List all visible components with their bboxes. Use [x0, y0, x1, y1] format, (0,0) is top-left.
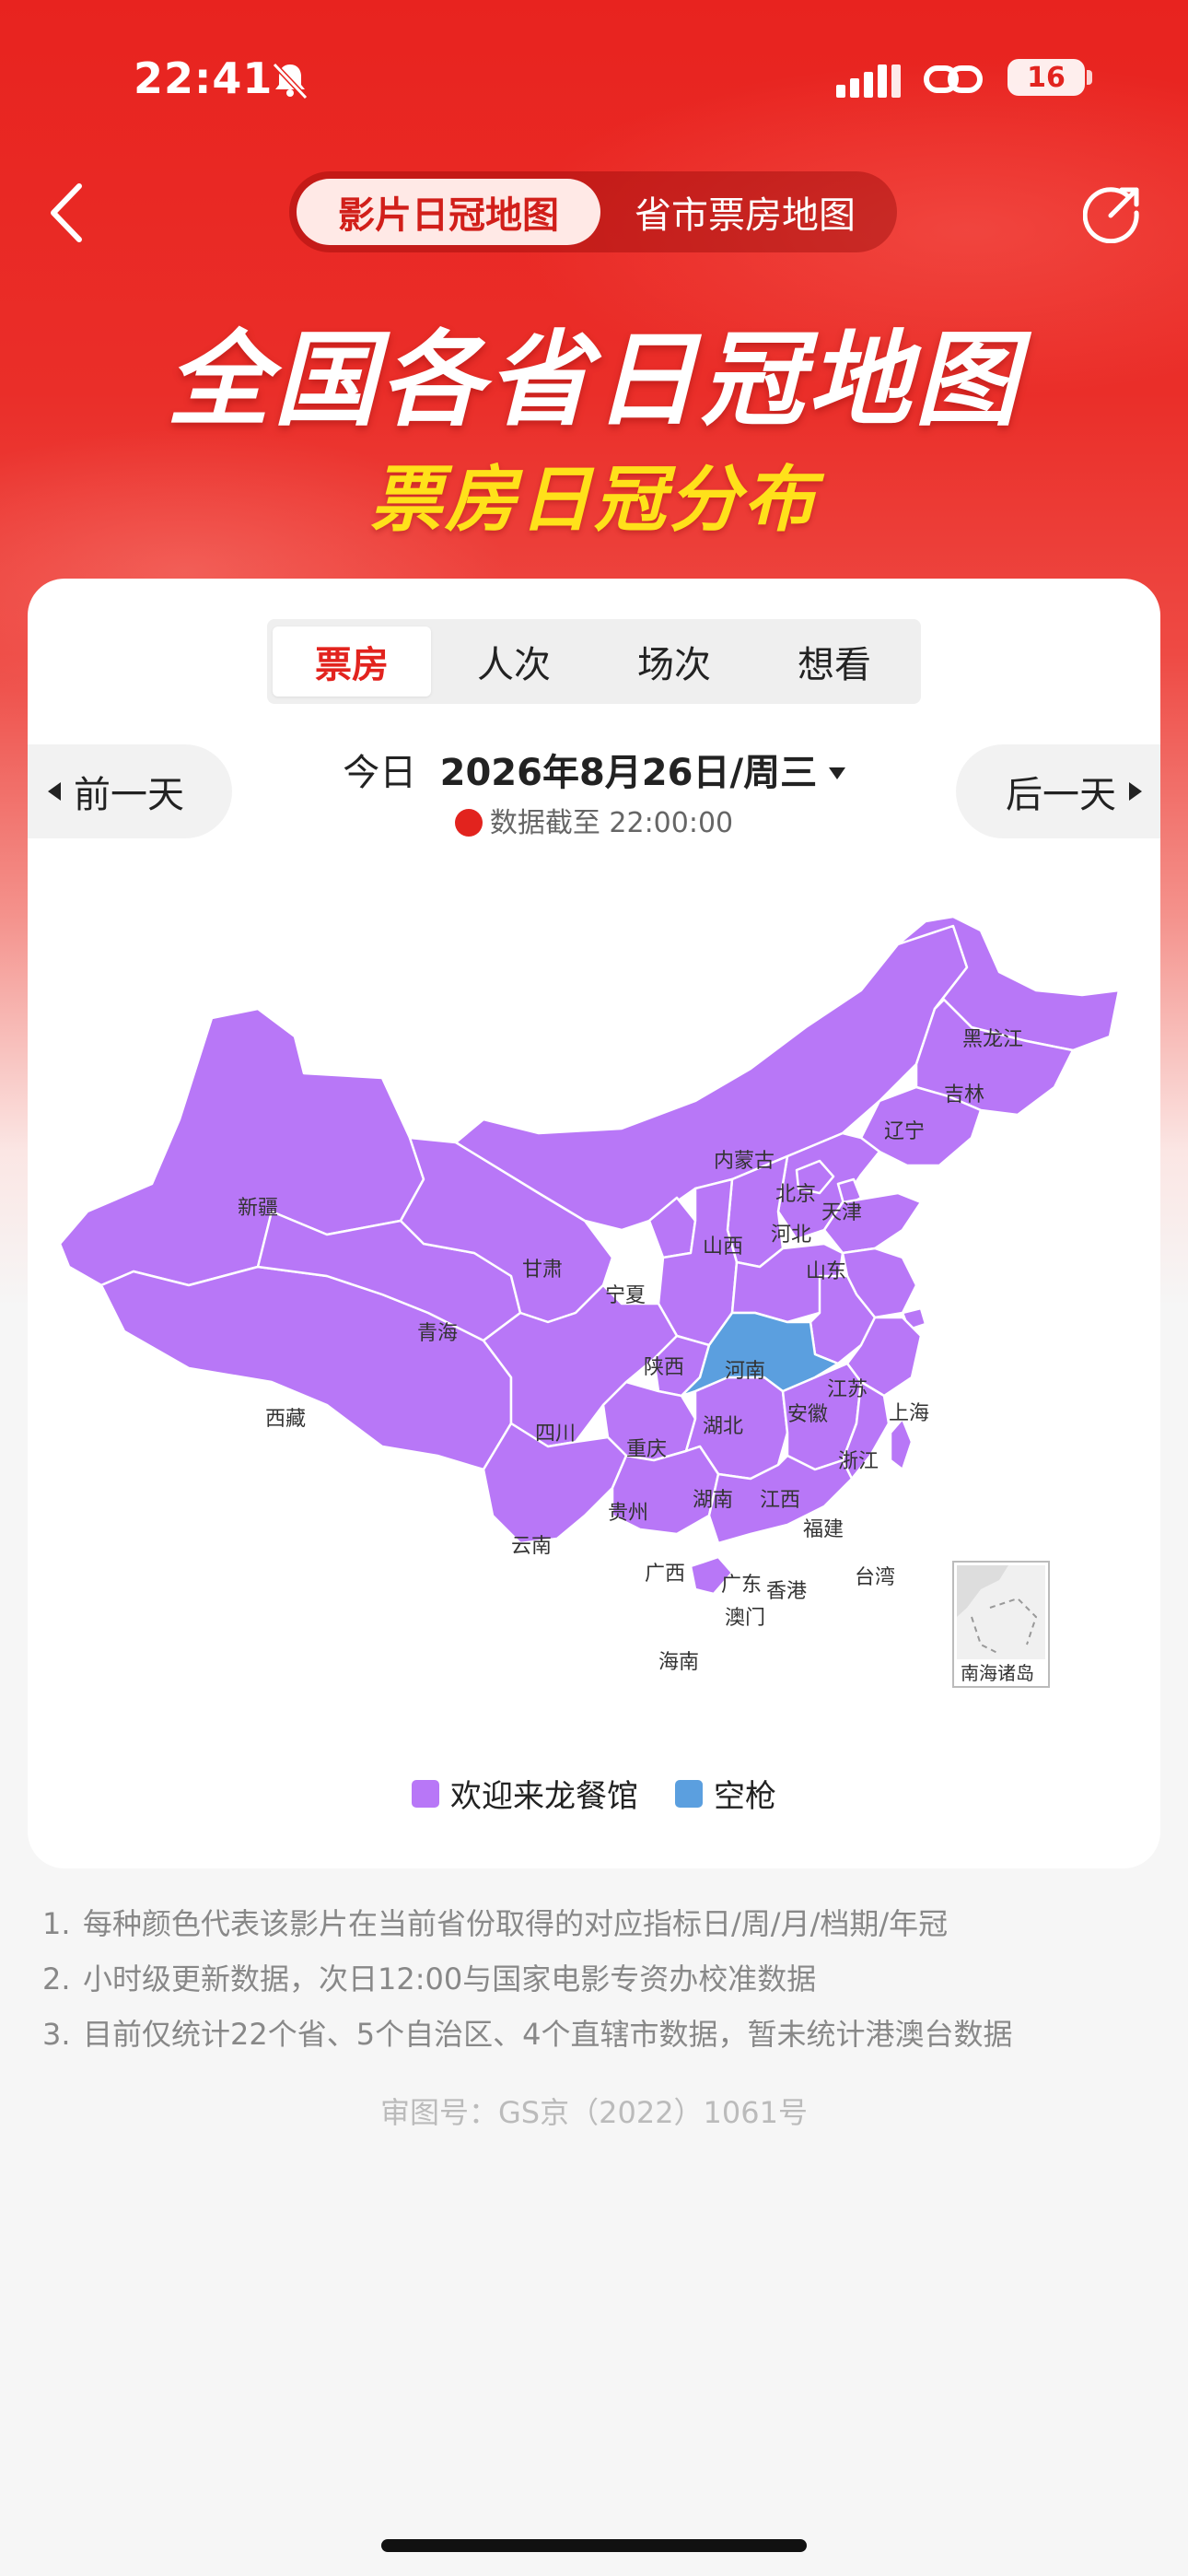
legend-label: 空枪 [714, 1778, 776, 1815]
label-tianjin: 天津 [821, 1201, 862, 1224]
status-time: 22:41 [134, 53, 274, 103]
label-beijing: 北京 [775, 1183, 816, 1206]
tab-admissions[interactable]: 人次 [435, 626, 593, 697]
bell-muted-icon [269, 59, 311, 105]
label-xinjiang: 新疆 [238, 1197, 278, 1220]
prev-day-label: 前一天 [74, 774, 184, 816]
caret-right-icon [1129, 782, 1142, 801]
battery-nub [1087, 70, 1092, 85]
legend-label: 欢迎来龙餐馆 [450, 1778, 638, 1815]
home-indicator[interactable] [381, 2539, 807, 2552]
caret-left-icon [48, 782, 61, 801]
label-guangdong: 广东 [721, 1574, 762, 1597]
label-shandong: 山东 [806, 1260, 846, 1283]
label-ningxia: 宁夏 [605, 1284, 646, 1307]
map-legend: 欢迎来龙餐馆 空枪 [0, 1771, 1188, 1816]
metric-tabs: 票房 人次 场次 想看 [267, 619, 921, 704]
label-taiwan: 台湾 [855, 1566, 895, 1589]
label-guangxi: 广西 [645, 1563, 685, 1586]
map-approval-number: 审图号：GS京（2022）1061号 [380, 2095, 808, 2130]
label-anhui: 安徽 [787, 1403, 828, 1426]
legend-item-film-2[interactable]: 空枪 [675, 1771, 776, 1816]
label-hunan: 湖南 [693, 1489, 733, 1512]
label-hainan: 海南 [658, 1651, 699, 1674]
data-cutoff: 数据截至 22:00:00 [304, 800, 884, 840]
label-shanghai: 上海 [889, 1402, 929, 1425]
label-qinghai: 青海 [417, 1322, 458, 1345]
label-hubei: 湖北 [703, 1415, 743, 1438]
prev-day-button[interactable]: 前一天 [28, 744, 232, 838]
label-hongkong: 香港 [766, 1580, 807, 1603]
next-day-button[interactable]: 后一天 [956, 744, 1160, 838]
label-guizhou: 贵州 [608, 1502, 648, 1525]
tab-box-office[interactable]: 票房 [273, 626, 431, 697]
note-item: 3. 目前仅统计22个省、5个自治区、4个直辖市数据，暂未统计港澳台数据 [42, 2017, 1013, 2052]
label-liaoning: 辽宁 [884, 1120, 925, 1143]
notes-list: 1. 每种颜色代表该影片在当前省份取得的对应指标日/周/月/档期/年冠 2. 小时级… [42, 1896, 1012, 2062]
label-henan: 河南 [725, 1360, 765, 1383]
next-day-label: 后一天 [1006, 774, 1116, 816]
label-jiangsu: 江苏 [827, 1378, 868, 1401]
region-taiwan [889, 1417, 914, 1471]
legend-swatch-blue [675, 1779, 703, 1808]
label-fujian: 福建 [803, 1518, 844, 1541]
label-heilongjiang: 黑龙江 [962, 1028, 1023, 1051]
label-xizang: 西藏 [265, 1408, 306, 1431]
label-neimenggu: 内蒙古 [714, 1150, 775, 1173]
note-item: 2. 小时级更新数据，次日12:00与国家电影专资办校准数据 [42, 1961, 817, 1996]
back-chevron-icon[interactable] [48, 181, 85, 249]
maoyan-logo-icon [454, 809, 483, 837]
label-hebei: 河北 [771, 1224, 811, 1247]
legend-item-film-1[interactable]: 欢迎来龙餐馆 [412, 1771, 638, 1816]
battery-indicator: 16 [1007, 59, 1085, 96]
hero-subtitle: 票房日冠分布 [369, 459, 818, 542]
china-map[interactable]: 黑龙江 吉林 辽宁 内蒙古 北京 天津 河北 山西 山东 新疆 甘肃 宁夏 青海… [51, 880, 1137, 1694]
label-zhejiang: 浙江 [838, 1450, 879, 1473]
hero-title: 全国各省日冠地图 [167, 321, 1021, 440]
today-label: 今日 [343, 752, 417, 794]
label-jilin: 吉林 [944, 1083, 984, 1107]
cutoff-label: 数据截至 22:00:00 [489, 807, 734, 839]
tab-province-box-office-map[interactable]: 省市票房地图 [600, 179, 890, 245]
note-item: 1. 每种颜色代表该影片在当前省份取得的对应指标日/周/月/档期/年冠 [42, 1906, 949, 1941]
label-shanxi: 山西 [703, 1235, 743, 1259]
south-china-sea-inset: 南海诸岛 [952, 1561, 1050, 1688]
share-icon[interactable] [1082, 182, 1144, 247]
date-selector[interactable]: 今日 2026年8月26日/周三 [304, 743, 884, 796]
tab-screenings[interactable]: 场次 [595, 626, 753, 697]
label-chongqing: 重庆 [626, 1438, 667, 1461]
label-sichuan: 四川 [535, 1423, 576, 1446]
label-yunnan: 云南 [511, 1535, 552, 1558]
signal-icon [836, 64, 901, 101]
tab-want-to-see[interactable]: 想看 [755, 626, 914, 697]
dropdown-caret-icon [828, 767, 845, 779]
label-macau: 澳门 [725, 1607, 765, 1630]
link-icon [923, 59, 984, 103]
legend-swatch-purple [412, 1779, 439, 1808]
tab-film-daily-champion-map[interactable]: 影片日冠地图 [297, 179, 600, 245]
label-gansu: 甘肃 [522, 1259, 563, 1282]
map-type-switch: 影片日冠地图 省市票房地图 [289, 171, 897, 252]
date-value: 2026年8月26日/周三 [439, 752, 818, 794]
label-jiangxi: 江西 [760, 1489, 800, 1512]
label-shaanxi: 陕西 [644, 1356, 684, 1379]
inset-label: 南海诸岛 [961, 1662, 1034, 1684]
